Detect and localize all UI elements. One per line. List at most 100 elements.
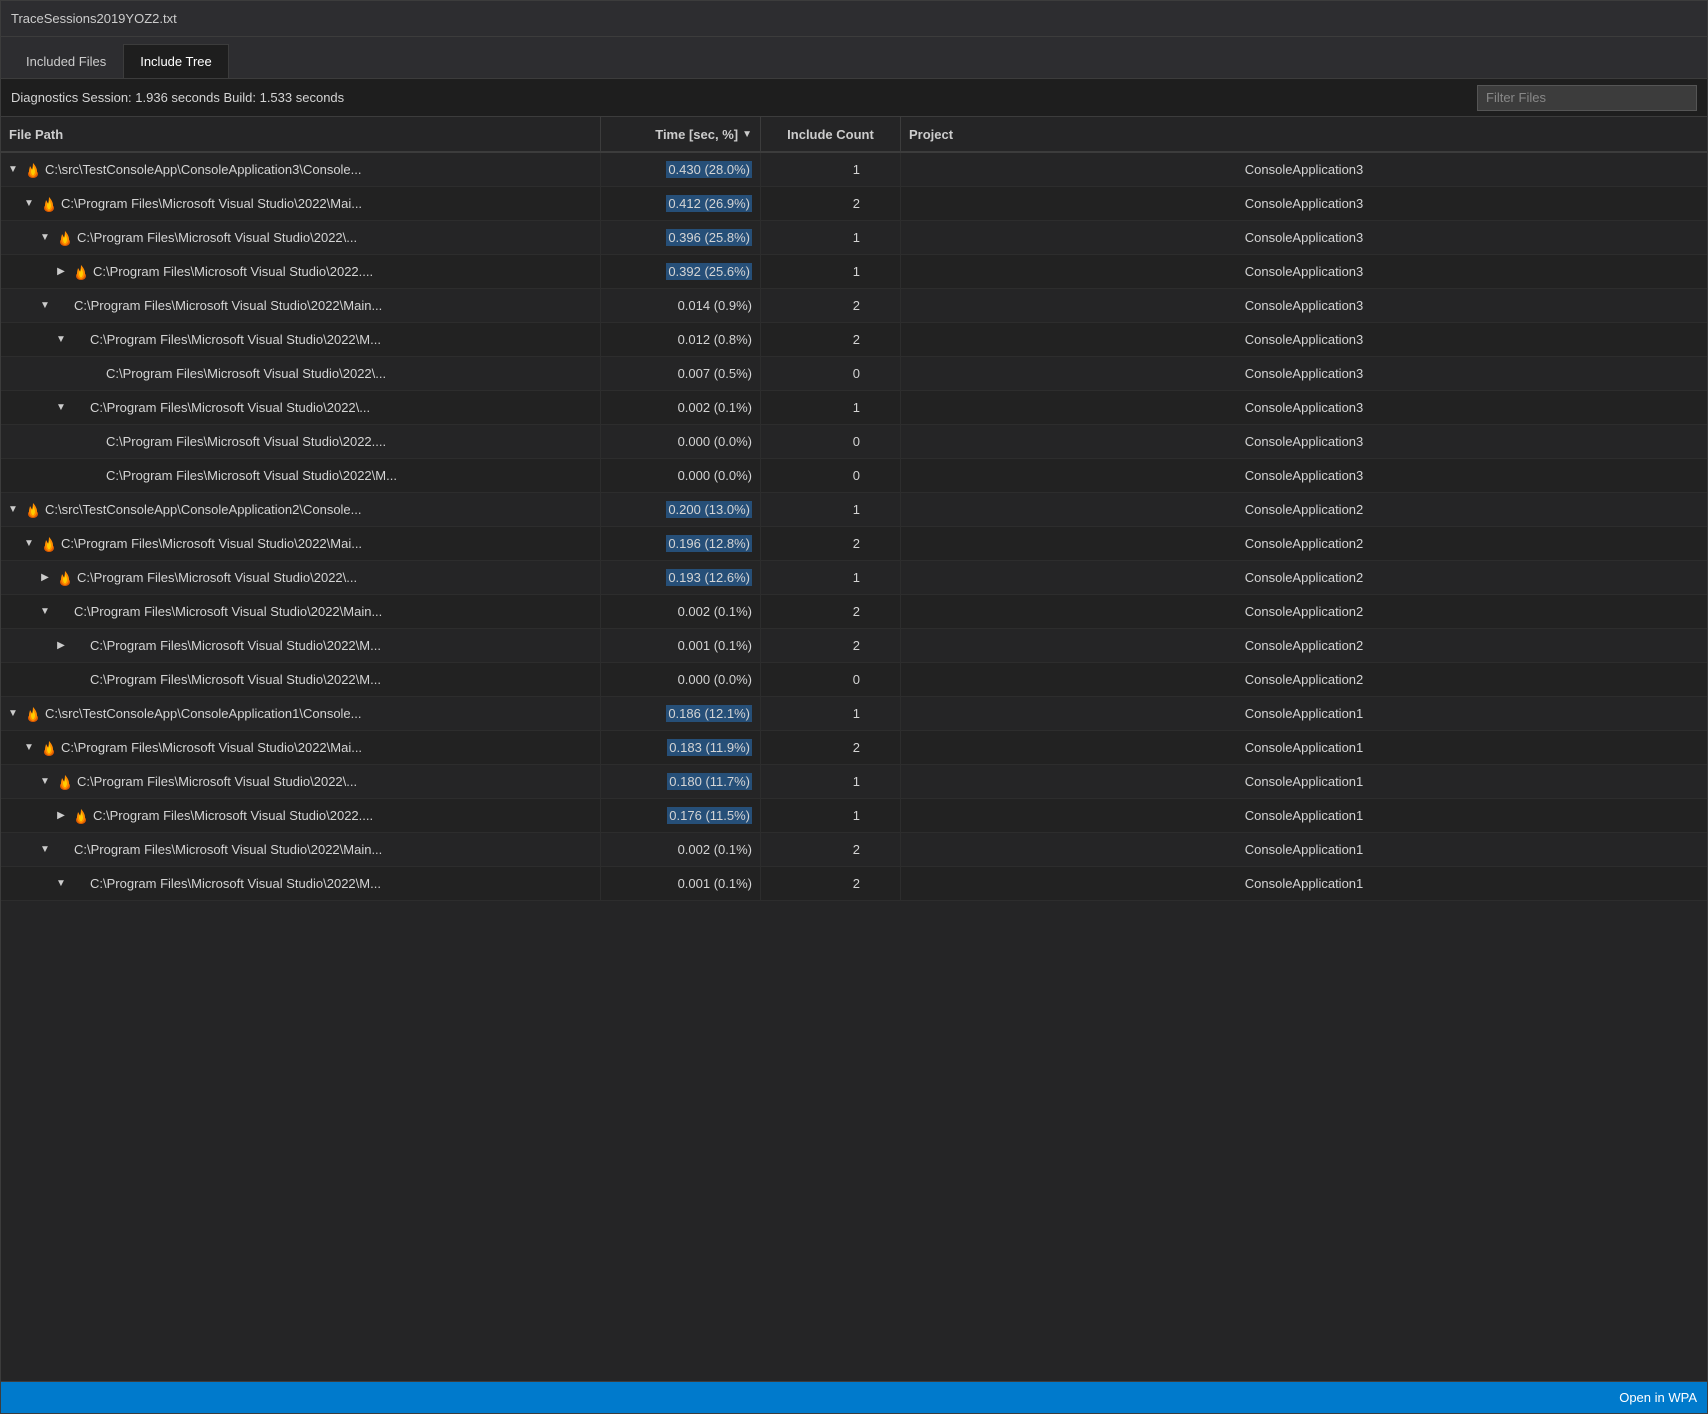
collapse-icon[interactable]: ▼ [53, 876, 69, 892]
cell-count: 2 [761, 731, 901, 764]
table-row[interactable]: ▼C:\Program Files\Microsoft Visual Studi… [1, 391, 1707, 425]
table-row[interactable]: ▼ C:\Program Files\Microsoft Visual Studi… [1, 833, 1707, 867]
time-value: 0.000 (0.0%) [678, 672, 752, 687]
table-row[interactable]: ▼ C:\Program Files\Microsoft Visual Stud… [1, 765, 1707, 799]
col-header-project[interactable]: Project [901, 117, 1707, 151]
table-row[interactable]: ▼ C:\Program Files\Microsoft Visual Stud… [1, 731, 1707, 765]
collapse-icon[interactable]: ▼ [37, 230, 53, 246]
path-text: C:\Program Files\Microsoft Visual Studio… [106, 366, 386, 381]
time-value-highlighted: 0.396 (25.8%) [666, 229, 752, 246]
path-text: C:\Program Files\Microsoft Visual Studio… [90, 876, 381, 891]
cell-time: 0.180 (11.7%) [601, 765, 761, 798]
collapse-icon[interactable]: ▼ [37, 842, 53, 858]
table-row[interactable]: ▼ C:\Program Files\Microsoft Visual Studi… [1, 323, 1707, 357]
table-row[interactable]: ▼ C:\Program Files\Microsoft Visual Studi… [1, 867, 1707, 901]
collapse-icon[interactable]: ▼ [37, 774, 53, 790]
collapse-icon[interactable]: ▼ [21, 196, 37, 212]
table-row[interactable]: ▼ C:\Program Files\Microsoft Visual Stud… [1, 187, 1707, 221]
table-row[interactable]: ▶ C:\Program Files\Microsoft Visual Stud… [1, 799, 1707, 833]
table-row[interactable]: ▶ C:\Program Files\Microsoft Visual Stud… [1, 561, 1707, 595]
table-row[interactable]: ▶ C:\Program Files\Microsoft Visual Stud… [1, 255, 1707, 289]
expand-icon[interactable]: ▶ [37, 570, 53, 586]
table-row[interactable]: ▼C:\Program Files\Microsoft Visual Studi… [1, 595, 1707, 629]
cell-count: 2 [761, 833, 901, 866]
path-text: C:\Program Files\Microsoft Visual Studio… [74, 842, 382, 857]
collapse-icon[interactable]: ▼ [21, 536, 37, 552]
cell-count: 1 [761, 391, 901, 424]
cell-time: 0.001 (0.1%) [601, 867, 761, 900]
open-in-wpa-link[interactable]: Open in WPA [1619, 1390, 1697, 1405]
col-header-time[interactable]: Time [sec, %] ▼ [601, 117, 761, 151]
expand-icon[interactable]: ▶ [53, 808, 69, 824]
cell-filepath: C:\Program Files\Microsoft Visual Studio… [1, 459, 601, 492]
cell-filepath: ▼C:\Program Files\Microsoft Visual Studi… [1, 595, 601, 628]
cell-count: 2 [761, 629, 901, 662]
no-expand-icon [53, 672, 69, 688]
cell-filepath: ▶ C:\Program Files\Microsoft Visual Stud… [1, 799, 601, 832]
path-text: C:\Program Files\Microsoft Visual Studio… [90, 638, 381, 653]
main-window: TraceSessions2019YOZ2.txt Included Files… [0, 0, 1708, 1414]
no-expand-icon [69, 366, 85, 382]
table-row[interactable]: C:\Program Files\Microsoft Visual Studio… [1, 459, 1707, 493]
time-value-highlighted: 0.412 (26.9%) [666, 195, 752, 212]
time-value-highlighted: 0.180 (11.7%) [667, 773, 752, 790]
path-text: C:\Program Files\Microsoft Visual Studio… [90, 332, 381, 347]
path-text: C:\Program Files\Microsoft Visual Studio… [93, 808, 373, 823]
table-row[interactable]: C:\Program Files\Microsoft Visual Studio… [1, 663, 1707, 697]
table-row[interactable]: ▼ C:\Program Files\Microsoft Visual Stud… [1, 221, 1707, 255]
cell-filepath: ▶ C:\Program Files\Microsoft Visual Studi… [1, 629, 601, 662]
collapse-icon[interactable]: ▼ [53, 332, 69, 348]
cell-time: 0.200 (13.0%) [601, 493, 761, 526]
path-text: C:\Program Files\Microsoft Visual Studio… [106, 468, 397, 483]
collapse-icon[interactable]: ▼ [21, 740, 37, 756]
cell-project: ConsoleApplication3 [901, 289, 1707, 322]
cell-time: 0.012 (0.8%) [601, 323, 761, 356]
collapse-icon[interactable]: ▼ [37, 298, 53, 314]
cell-count: 0 [761, 663, 901, 696]
table-row[interactable]: ▼ C:\Program Files\Microsoft Visual Stud… [1, 527, 1707, 561]
expand-icon[interactable]: ▶ [53, 638, 69, 654]
table-row[interactable]: C:\Program Files\Microsoft Visual Studio… [1, 357, 1707, 391]
table-row[interactable]: ▼ C:\src\TestConsoleApp\ConsoleApplicati… [1, 697, 1707, 731]
time-value: 0.000 (0.0%) [678, 468, 752, 483]
cell-count: 1 [761, 561, 901, 594]
flame-icon [40, 195, 58, 213]
time-value: 0.012 (0.8%) [678, 332, 752, 347]
flame-icon [24, 705, 42, 723]
filter-input[interactable] [1477, 85, 1697, 111]
collapse-icon[interactable]: ▼ [53, 400, 69, 416]
table-header: File Path Time [sec, %] ▼ Include Count … [1, 117, 1707, 153]
cell-project: ConsoleApplication2 [901, 595, 1707, 628]
cell-filepath: ▼ C:\src\TestConsoleApp\ConsoleApplicati… [1, 153, 601, 186]
path-text: C:\Program Files\Microsoft Visual Studio… [77, 570, 357, 585]
path-text: C:\src\TestConsoleApp\ConsoleApplication… [45, 706, 362, 721]
cell-filepath: ▼ C:\src\TestConsoleApp\ConsoleApplicati… [1, 493, 601, 526]
table-row[interactable]: ▶ C:\Program Files\Microsoft Visual Studi… [1, 629, 1707, 663]
table-body[interactable]: ▼ C:\src\TestConsoleApp\ConsoleApplicati… [1, 153, 1707, 1381]
collapse-icon[interactable]: ▼ [5, 706, 21, 722]
cell-project: ConsoleApplication2 [901, 663, 1707, 696]
tab-include-tree[interactable]: Include Tree [123, 44, 229, 78]
cell-time: 0.001 (0.1%) [601, 629, 761, 662]
cell-project: ConsoleApplication2 [901, 527, 1707, 560]
path-text: C:\Program Files\Microsoft Visual Studio… [77, 230, 357, 245]
cell-filepath: ▼ C:\Program Files\Microsoft Visual Stud… [1, 221, 601, 254]
col-header-count[interactable]: Include Count [761, 117, 901, 151]
col-header-filepath[interactable]: File Path [1, 117, 601, 151]
collapse-icon[interactable]: ▼ [37, 604, 53, 620]
cell-time: 0.002 (0.1%) [601, 833, 761, 866]
cell-count: 2 [761, 595, 901, 628]
table-row[interactable]: ▼ C:\src\TestConsoleApp\ConsoleApplicati… [1, 153, 1707, 187]
cell-project: ConsoleApplication3 [901, 459, 1707, 492]
cell-filepath: ▼C:\Program Files\Microsoft Visual Studi… [1, 391, 601, 424]
flame-icon [40, 739, 58, 757]
collapse-icon[interactable]: ▼ [5, 502, 21, 518]
collapse-icon[interactable]: ▼ [5, 162, 21, 178]
table-row[interactable]: C:\Program Files\Microsoft Visual Studio… [1, 425, 1707, 459]
table-row[interactable]: ▼C:\Program Files\Microsoft Visual Studi… [1, 289, 1707, 323]
time-value-highlighted: 0.430 (28.0%) [666, 161, 752, 178]
cell-project: ConsoleApplication2 [901, 561, 1707, 594]
expand-icon[interactable]: ▶ [53, 264, 69, 280]
table-row[interactable]: ▼ C:\src\TestConsoleApp\ConsoleApplicati… [1, 493, 1707, 527]
tab-included-files[interactable]: Included Files [9, 44, 123, 78]
